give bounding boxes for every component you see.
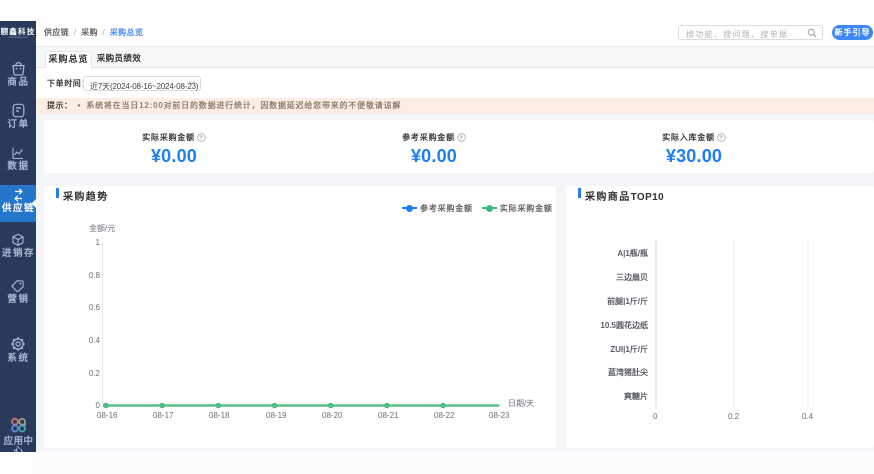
svg-text:?: ?	[199, 136, 203, 142]
svg-text:?: ?	[459, 136, 463, 142]
svg-text:?: ?	[719, 136, 723, 142]
